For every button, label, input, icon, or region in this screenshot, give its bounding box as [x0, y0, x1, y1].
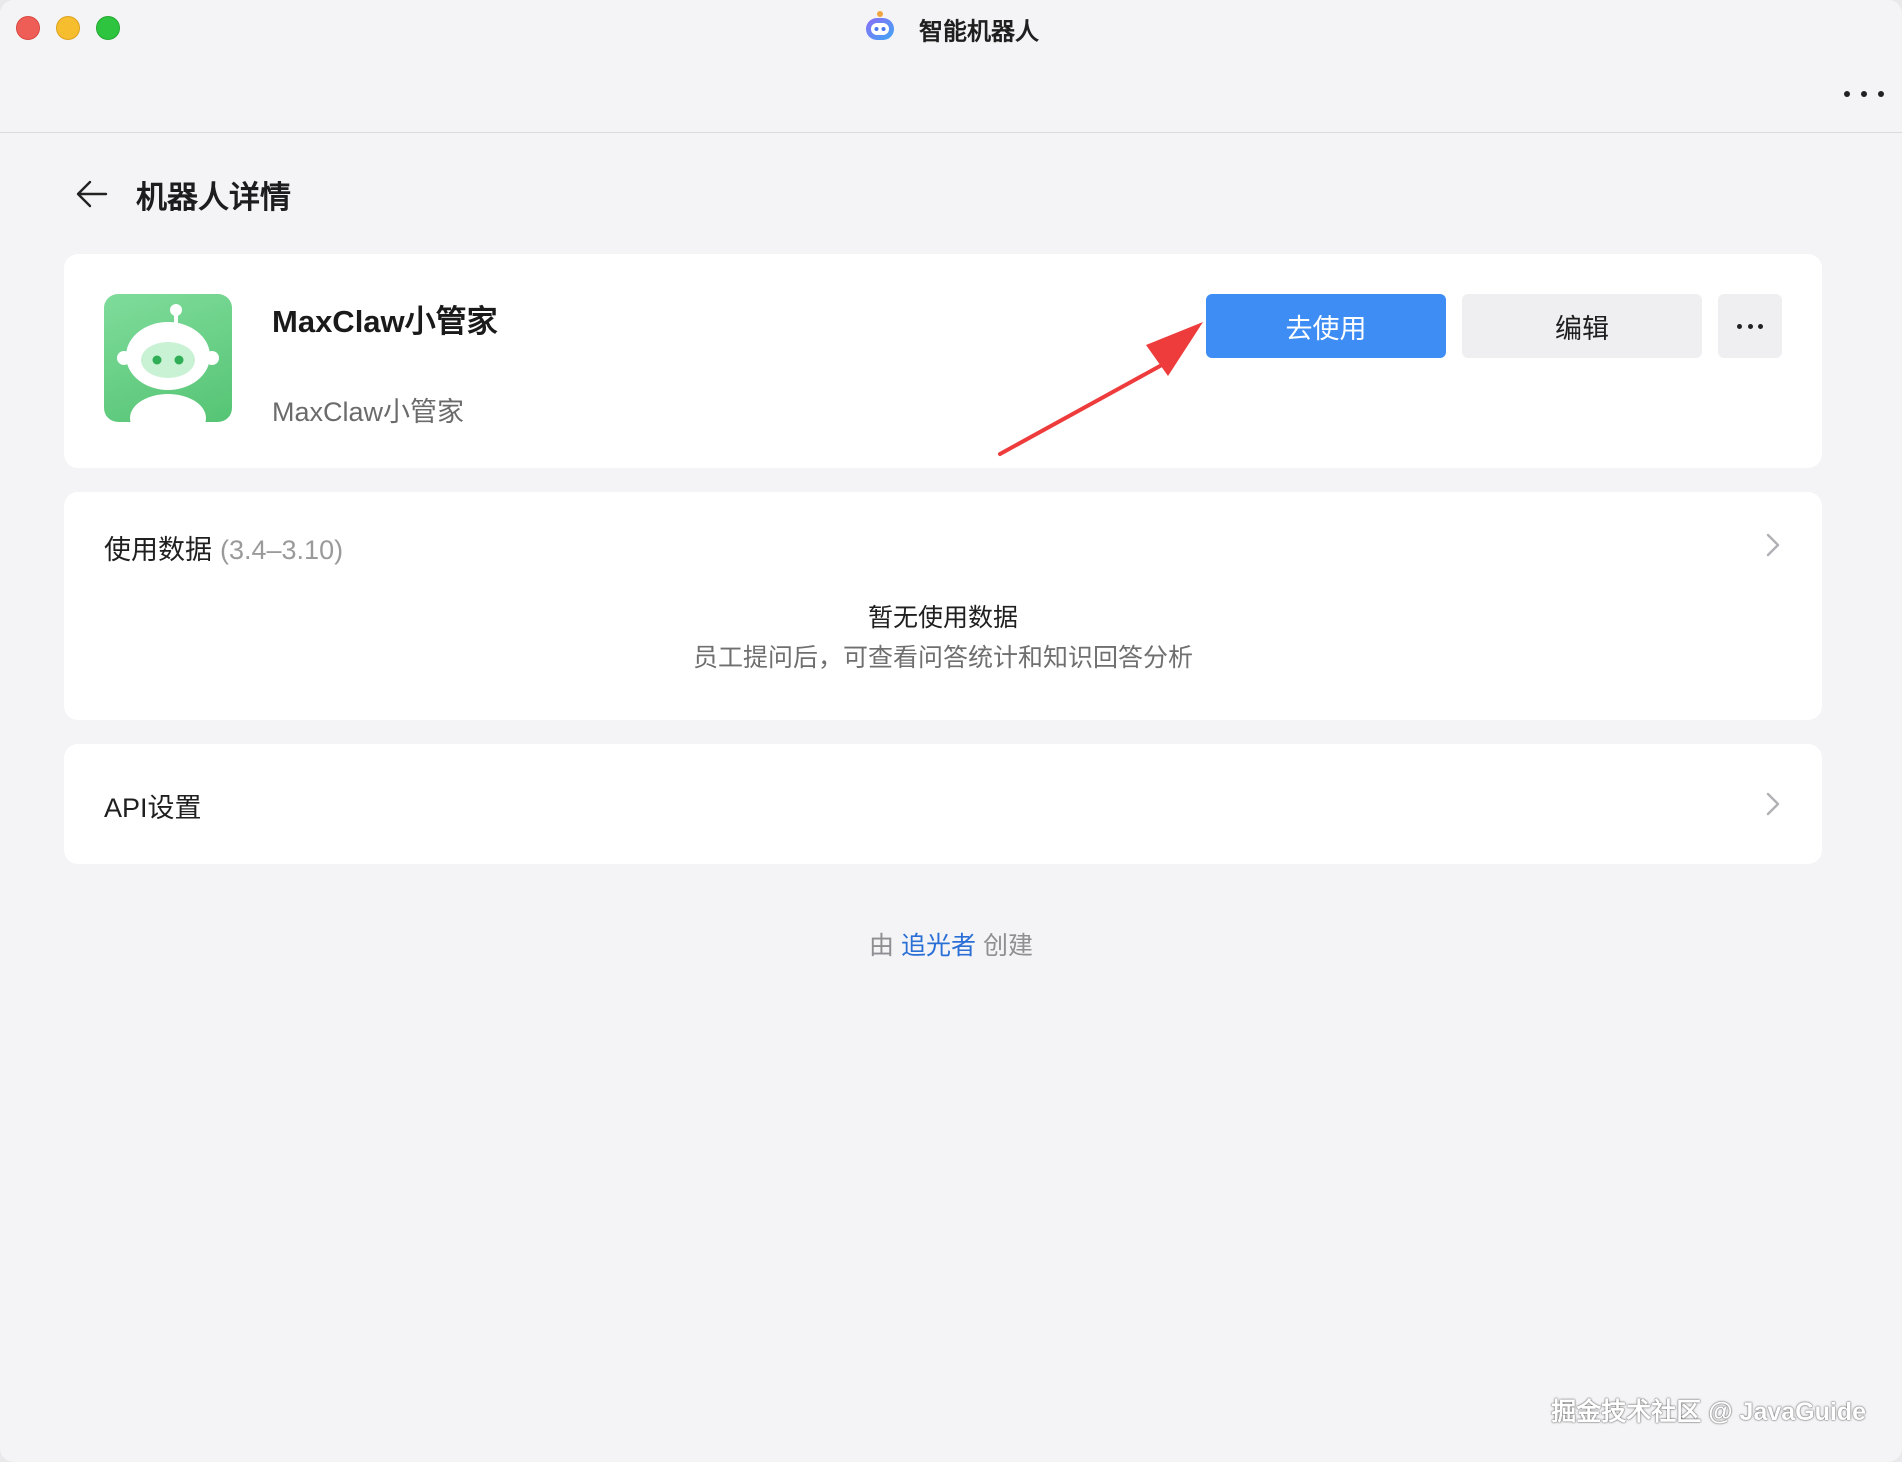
usage-data-title: 使用数据 (3.4–3.10): [104, 528, 343, 567]
robot-avatar-icon: [117, 304, 219, 422]
bot-avatar: [104, 294, 232, 422]
usage-title-text: 使用数据: [104, 535, 212, 565]
bot-more-options-button[interactable]: [1718, 294, 1782, 358]
bot-description: MaxClaw小管家: [272, 397, 465, 427]
chevron-right-icon[interactable]: [1764, 532, 1782, 558]
creator-suffix: 创建: [982, 932, 1033, 960]
back-arrow-icon[interactable]: [72, 174, 112, 214]
creator-prefix: 由: [869, 932, 895, 960]
usage-data-card[interactable]: 使用数据 (3.4–3.10) 暂无使用数据 员工提问后，可查看问答统计和知识回答…: [64, 492, 1822, 720]
api-settings-card[interactable]: API设置: [64, 744, 1822, 864]
app-title-text: 智能机器人: [919, 18, 1039, 46]
page-header: 机器人详情: [72, 172, 291, 216]
title-bar: 智能机器人: [0, 0, 1902, 133]
annotation-arrow-icon: [998, 322, 1203, 456]
usage-empty-title: 暂无使用数据: [867, 604, 1018, 632]
use-bot-button[interactable]: 去使用: [1206, 294, 1446, 358]
robot-logo-icon: [863, 10, 897, 55]
more-dots-icon: [1737, 323, 1763, 329]
chevron-right-icon[interactable]: [1764, 791, 1782, 817]
api-settings-title: API设置: [104, 793, 202, 823]
app-window: 智能机器人 机器人详情 MaxClaw小管家 MaxClaw小管家 去使用 编辑…: [0, 0, 1902, 1462]
usage-date-range: (3.4–3.10): [220, 535, 344, 565]
window-more-menu-button[interactable]: [1844, 82, 1884, 106]
creator-line: 由 追光者 创建: [0, 926, 1902, 962]
page-title: 机器人详情: [136, 179, 291, 215]
watermark: 掘金技术社区 @ JavaGuide: [1551, 1398, 1866, 1426]
bot-profile-card: MaxClaw小管家 MaxClaw小管家 去使用 编辑: [64, 254, 1822, 468]
edit-bot-button[interactable]: 编辑: [1462, 294, 1702, 358]
app-title: 智能机器人: [0, 10, 1902, 55]
creator-name-link[interactable]: 追光者: [901, 932, 976, 960]
bot-name: MaxClaw小管家: [272, 304, 498, 339]
usage-empty-subtitle: 员工提问后，可查看问答统计和知识回答分析: [692, 644, 1193, 672]
